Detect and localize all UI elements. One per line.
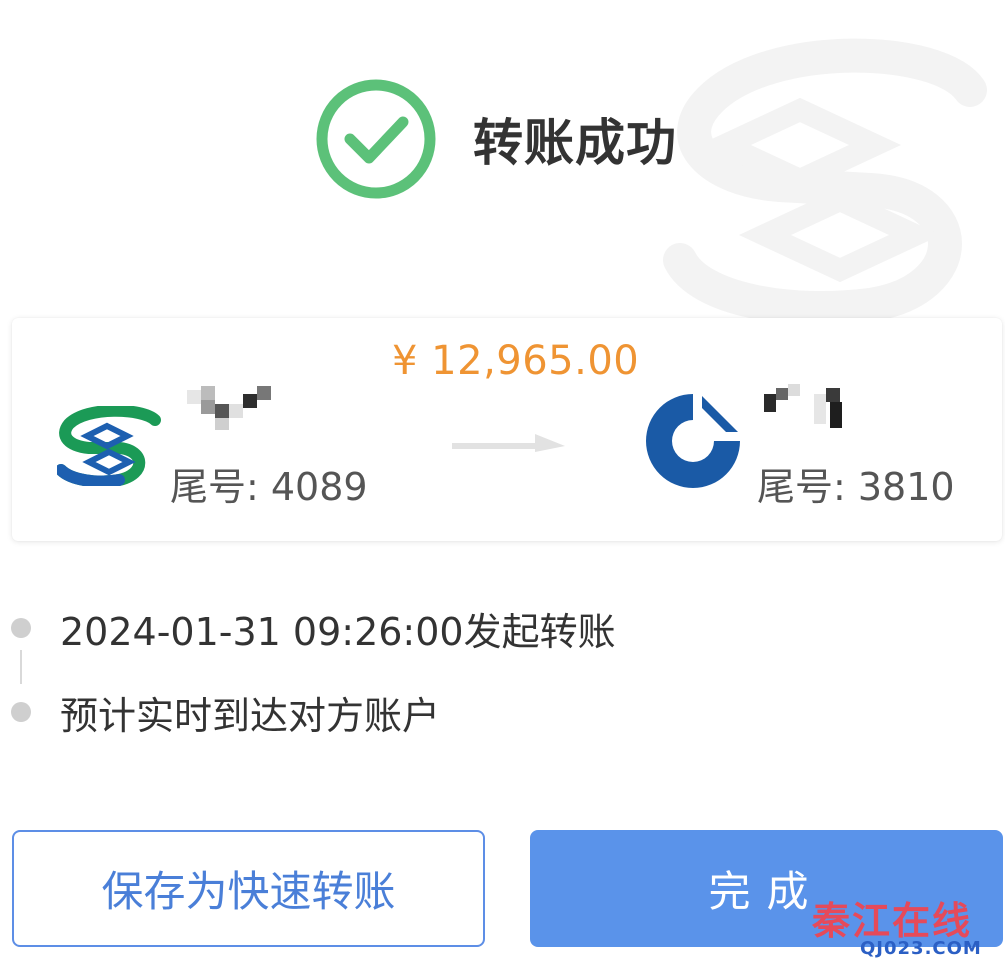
result-header: 转账成功 xyxy=(315,78,677,200)
watermark-site-name: 秦江在线 xyxy=(812,899,973,943)
timeline-dot xyxy=(11,702,31,722)
timeline-item-initiated: 2024-01-31 09:26:00发起转账 xyxy=(60,610,616,654)
timeline-dot xyxy=(11,618,31,638)
transfer-card: ¥ 12,965.00 尾号: 4089 尾号: 3810 xyxy=(12,318,1002,541)
transfer-timeline: 2024-01-31 09:26:00发起转账 预计实时到达对方账户 xyxy=(0,595,1005,745)
recipient-tail-number: 尾号: 3810 xyxy=(757,465,955,509)
arrow-right-icon xyxy=(452,434,565,452)
timeline-item-arrival: 预计实时到达对方账户 xyxy=(60,694,441,738)
page-title: 转账成功 xyxy=(473,114,677,172)
watermark-bank-logo-icon xyxy=(663,38,987,325)
site-watermark: 秦江在线 QJ023.COM xyxy=(782,890,987,975)
ccb-bank-logo-icon xyxy=(646,394,740,488)
watermark-site-url: QJ023.COM xyxy=(860,938,982,959)
masked-recipient-name xyxy=(764,384,842,428)
masked-sender-name xyxy=(187,386,271,430)
save-quick-transfer-button[interactable]: 保存为快速转账 xyxy=(12,830,485,947)
sender-tail-number: 尾号: 4089 xyxy=(170,465,368,509)
check-circle-icon xyxy=(316,79,436,199)
timeline-connector xyxy=(20,650,22,684)
cmsb-bank-logo-icon xyxy=(57,406,161,486)
transfer-amount: ¥ 12,965.00 xyxy=(392,338,640,384)
